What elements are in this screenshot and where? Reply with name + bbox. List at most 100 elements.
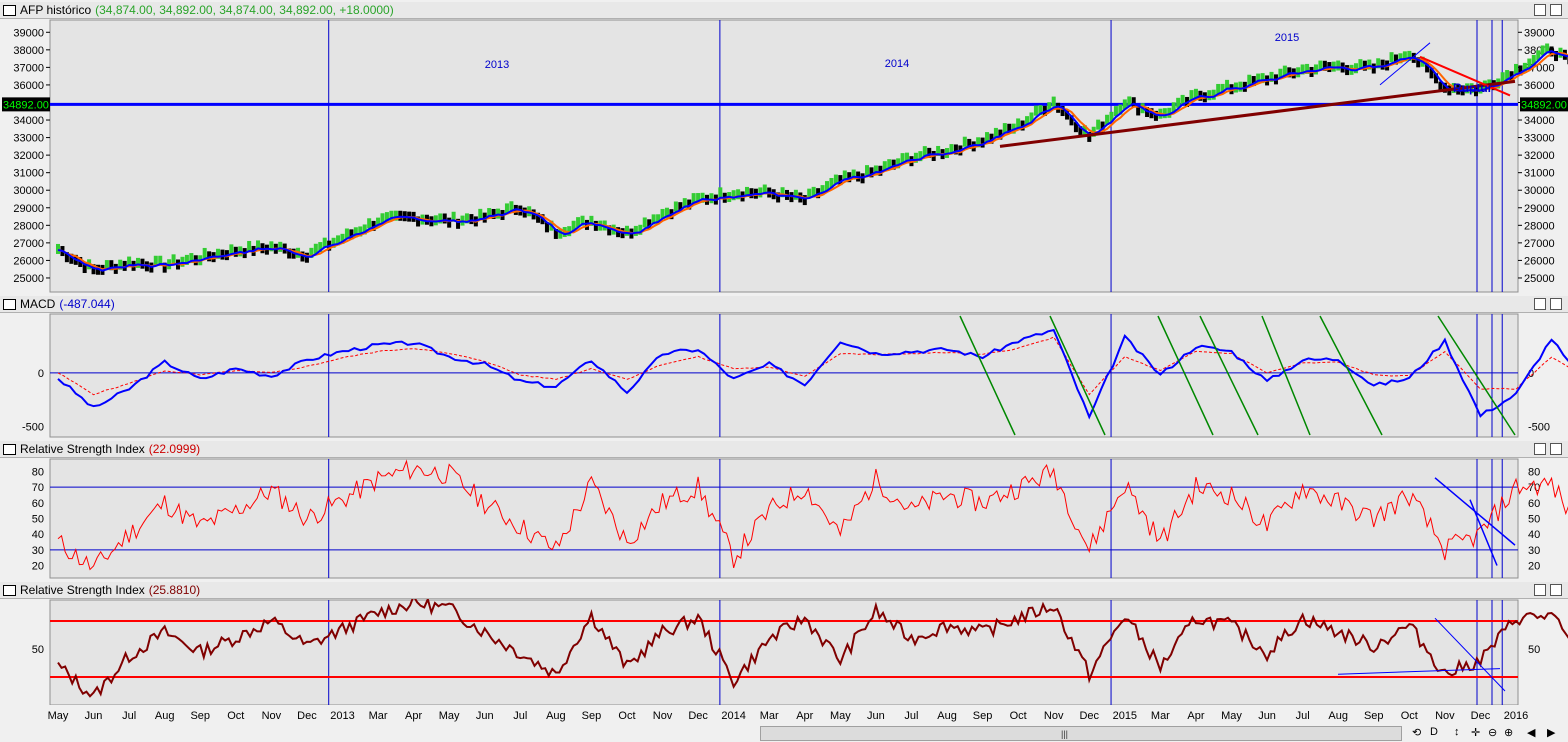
y-tick-label: 32000	[1524, 150, 1555, 162]
maximize-icon[interactable]	[1534, 584, 1546, 596]
y-tick-label: 0	[38, 368, 44, 380]
x-tick-label: Dec	[1079, 710, 1099, 722]
price-bar	[633, 225, 638, 236]
zoom-in-icon[interactable]: ⊕	[1504, 726, 1513, 739]
maximize-icon[interactable]	[1534, 443, 1546, 455]
price-bar	[1247, 74, 1252, 85]
price-bar	[247, 240, 252, 251]
y-tick-label: -500	[1528, 421, 1550, 433]
price-pane-header: AFP histórico (34,874.00, 34,892.00, 34,8…	[0, 2, 1568, 19]
pane-toggle-icon[interactable]	[3, 585, 16, 596]
price-bar	[442, 213, 447, 224]
x-tick-label: Apr	[1187, 710, 1204, 722]
price-bar	[673, 201, 678, 212]
y-tick-label: 36000	[13, 80, 44, 92]
left-icon[interactable]: ◀	[1527, 726, 1535, 739]
y-tick-label: 26000	[1524, 255, 1555, 267]
year-label: 2014	[885, 58, 909, 70]
x-tick-label: Nov	[1435, 710, 1455, 722]
close-icon[interactable]	[1550, 584, 1562, 596]
macd-pane-header: MACD (-487.044)	[0, 296, 1568, 313]
rsi2-pane-header: Relative Strength Index (25.8810)	[0, 582, 1568, 599]
d-icon[interactable]: D	[1430, 726, 1438, 738]
year-label: 2013	[485, 59, 509, 71]
x-tick-label: Aug	[155, 710, 175, 722]
y-tick-label: 34000	[13, 115, 44, 127]
rsi2-pane-value: (25.8810)	[148, 583, 201, 597]
y-tick-label: 80	[1528, 467, 1540, 479]
price-bar	[758, 187, 763, 198]
price-bar	[1336, 60, 1341, 71]
close-icon[interactable]	[1550, 4, 1562, 16]
price-bar	[220, 249, 225, 260]
maximize-icon[interactable]	[1534, 298, 1546, 310]
price-bar	[709, 193, 714, 204]
maximize-icon[interactable]	[1534, 4, 1546, 16]
plot-area-3	[49, 599, 1519, 706]
price-bar	[202, 247, 207, 258]
x-tick-label: Sep	[973, 710, 993, 722]
price-bar	[447, 217, 452, 228]
x-tick-label: Aug	[1328, 710, 1348, 722]
horizontal-scrollbar[interactable]: |||	[760, 726, 1402, 741]
price-bar	[140, 258, 145, 269]
scroll-grip-icon[interactable]: |||	[1061, 729, 1068, 739]
last-value-left: 34892.00	[3, 99, 49, 111]
y-tick-label: 28000	[1524, 220, 1555, 232]
x-tick-label: Jul	[1296, 710, 1310, 722]
price-bar	[469, 214, 474, 225]
y-tick-label: 27000	[13, 238, 44, 250]
x-tick-label: Mar	[760, 710, 779, 722]
y-tick-label: 29000	[1524, 203, 1555, 215]
crosshair-icon[interactable]: ✛	[1471, 726, 1480, 739]
y-tick-label: 70	[32, 482, 44, 494]
y-tick-label: 60	[32, 498, 44, 510]
close-icon[interactable]	[1550, 298, 1562, 310]
price-bar	[962, 136, 967, 147]
x-tick-label: Jul	[904, 710, 918, 722]
x-tick-label: Sep	[1364, 710, 1384, 722]
x-tick-label: Jun	[85, 710, 103, 722]
x-tick-label: Apr	[405, 710, 422, 722]
x-tick-label: Jul	[122, 710, 136, 722]
close-icon[interactable]	[1550, 443, 1562, 455]
x-tick-label: Aug	[937, 710, 957, 722]
pane-toggle-icon[interactable]	[3, 299, 16, 310]
y-tick-label: 33000	[1524, 133, 1555, 145]
x-tick-label: 2013	[330, 710, 354, 722]
pane-toggle-icon[interactable]	[3, 444, 16, 455]
x-tick-label: May	[1221, 710, 1242, 722]
y-tick-label: 34000	[1524, 115, 1555, 127]
x-tick-label: Mar	[369, 710, 388, 722]
x-tick-label: Jun	[1258, 710, 1276, 722]
x-tick-label: Apr	[796, 710, 813, 722]
plot-area-2	[49, 458, 1519, 579]
x-tick-label: Oct	[1401, 710, 1418, 722]
x-tick-label: Dec	[297, 710, 317, 722]
y-tick-label: 28000	[13, 220, 44, 232]
price-bar	[1313, 64, 1318, 75]
right-icon[interactable]: ▶	[1547, 726, 1555, 739]
x-tick-label: May	[439, 710, 460, 722]
price-bar	[1389, 52, 1394, 63]
pane-toggle-icon[interactable]	[3, 5, 16, 16]
move-icon[interactable]: ↕	[1454, 726, 1460, 738]
price-bar	[749, 188, 754, 199]
price-bar	[1033, 105, 1038, 116]
y-tick-label: 32000	[13, 150, 44, 162]
refresh-icon[interactable]: ⟲	[1412, 726, 1421, 739]
y-tick-label: -500	[22, 421, 44, 433]
rsi2-pane-title: Relative Strength Index (25.8810)	[20, 583, 201, 597]
price-bar	[1380, 59, 1385, 70]
x-tick-label: Oct	[227, 710, 244, 722]
y-tick-label: 31000	[1524, 168, 1555, 180]
x-tick-label: Oct	[1010, 710, 1027, 722]
x-tick-label: Sep	[190, 710, 210, 722]
zoom-out-icon[interactable]: ⊖	[1488, 726, 1497, 739]
y-tick-label: 30	[1528, 545, 1540, 557]
y-tick-label: 39000	[13, 27, 44, 39]
y-tick-label: 20	[1528, 560, 1540, 572]
x-tick-label: Nov	[262, 710, 282, 722]
y-tick-label: 60	[1528, 498, 1540, 510]
price-bar	[1051, 96, 1056, 107]
